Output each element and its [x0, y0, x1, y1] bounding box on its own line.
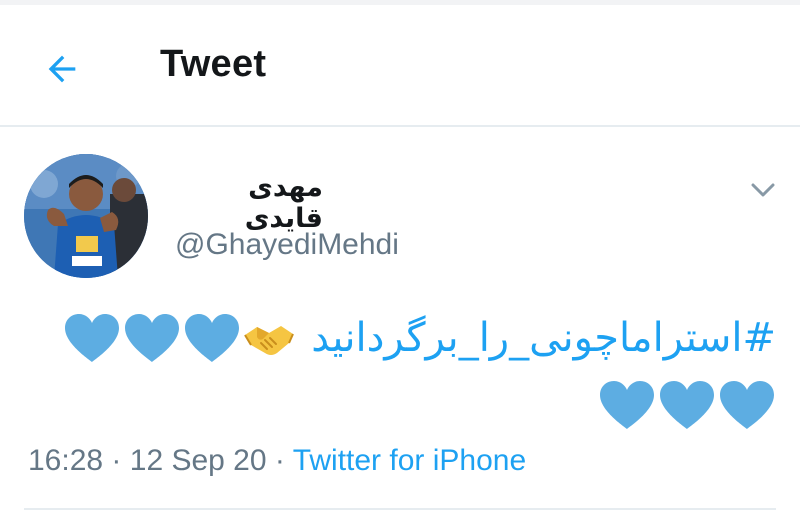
blue-heart-icon	[63, 312, 121, 364]
meta-separator: ·	[111, 444, 122, 477]
tweet-text-line	[30, 374, 776, 436]
emoji-group	[61, 312, 297, 364]
blue-heart-icon	[658, 379, 716, 431]
handshake-icon	[241, 313, 297, 363]
tweet-time: 16:28	[28, 444, 104, 477]
avatar-image	[24, 154, 148, 278]
arrow-left-icon	[48, 55, 76, 83]
divider	[24, 508, 776, 510]
tweet: مهدی قایدی @GhayediMehdi #استراماچونی_را…	[0, 128, 800, 516]
hashtag-link[interactable]: #استراماچونی_را_برگردانید	[311, 315, 776, 361]
tweet-text: #استراماچونی_را_برگردانید	[30, 306, 776, 436]
blue-heart-icon	[183, 312, 241, 364]
tweet-menu-button[interactable]	[744, 176, 782, 204]
tweet-source-link[interactable]: Twitter for iPhone	[293, 444, 526, 477]
blue-heart-icon	[598, 379, 656, 431]
tweet-date: 12 Sep 20	[129, 444, 267, 477]
chevron-down-icon	[751, 183, 775, 197]
header: Tweet	[0, 5, 800, 127]
blue-heart-icon	[123, 312, 181, 364]
back-button[interactable]	[36, 45, 88, 93]
author-handle[interactable]: @GhayediMehdi	[175, 228, 399, 262]
meta-separator: ·	[274, 444, 285, 477]
avatar[interactable]	[24, 154, 148, 278]
author-display-name[interactable]: مهدی قایدی	[175, 172, 323, 234]
page-title: Tweet	[160, 43, 267, 85]
tweet-meta: 16:28 · 12 Sep 20 · Twitter for iPhone	[28, 444, 526, 478]
tweet-text-line: #استراماچونی_را_برگردانید	[30, 306, 776, 370]
blue-heart-icon	[718, 379, 776, 431]
